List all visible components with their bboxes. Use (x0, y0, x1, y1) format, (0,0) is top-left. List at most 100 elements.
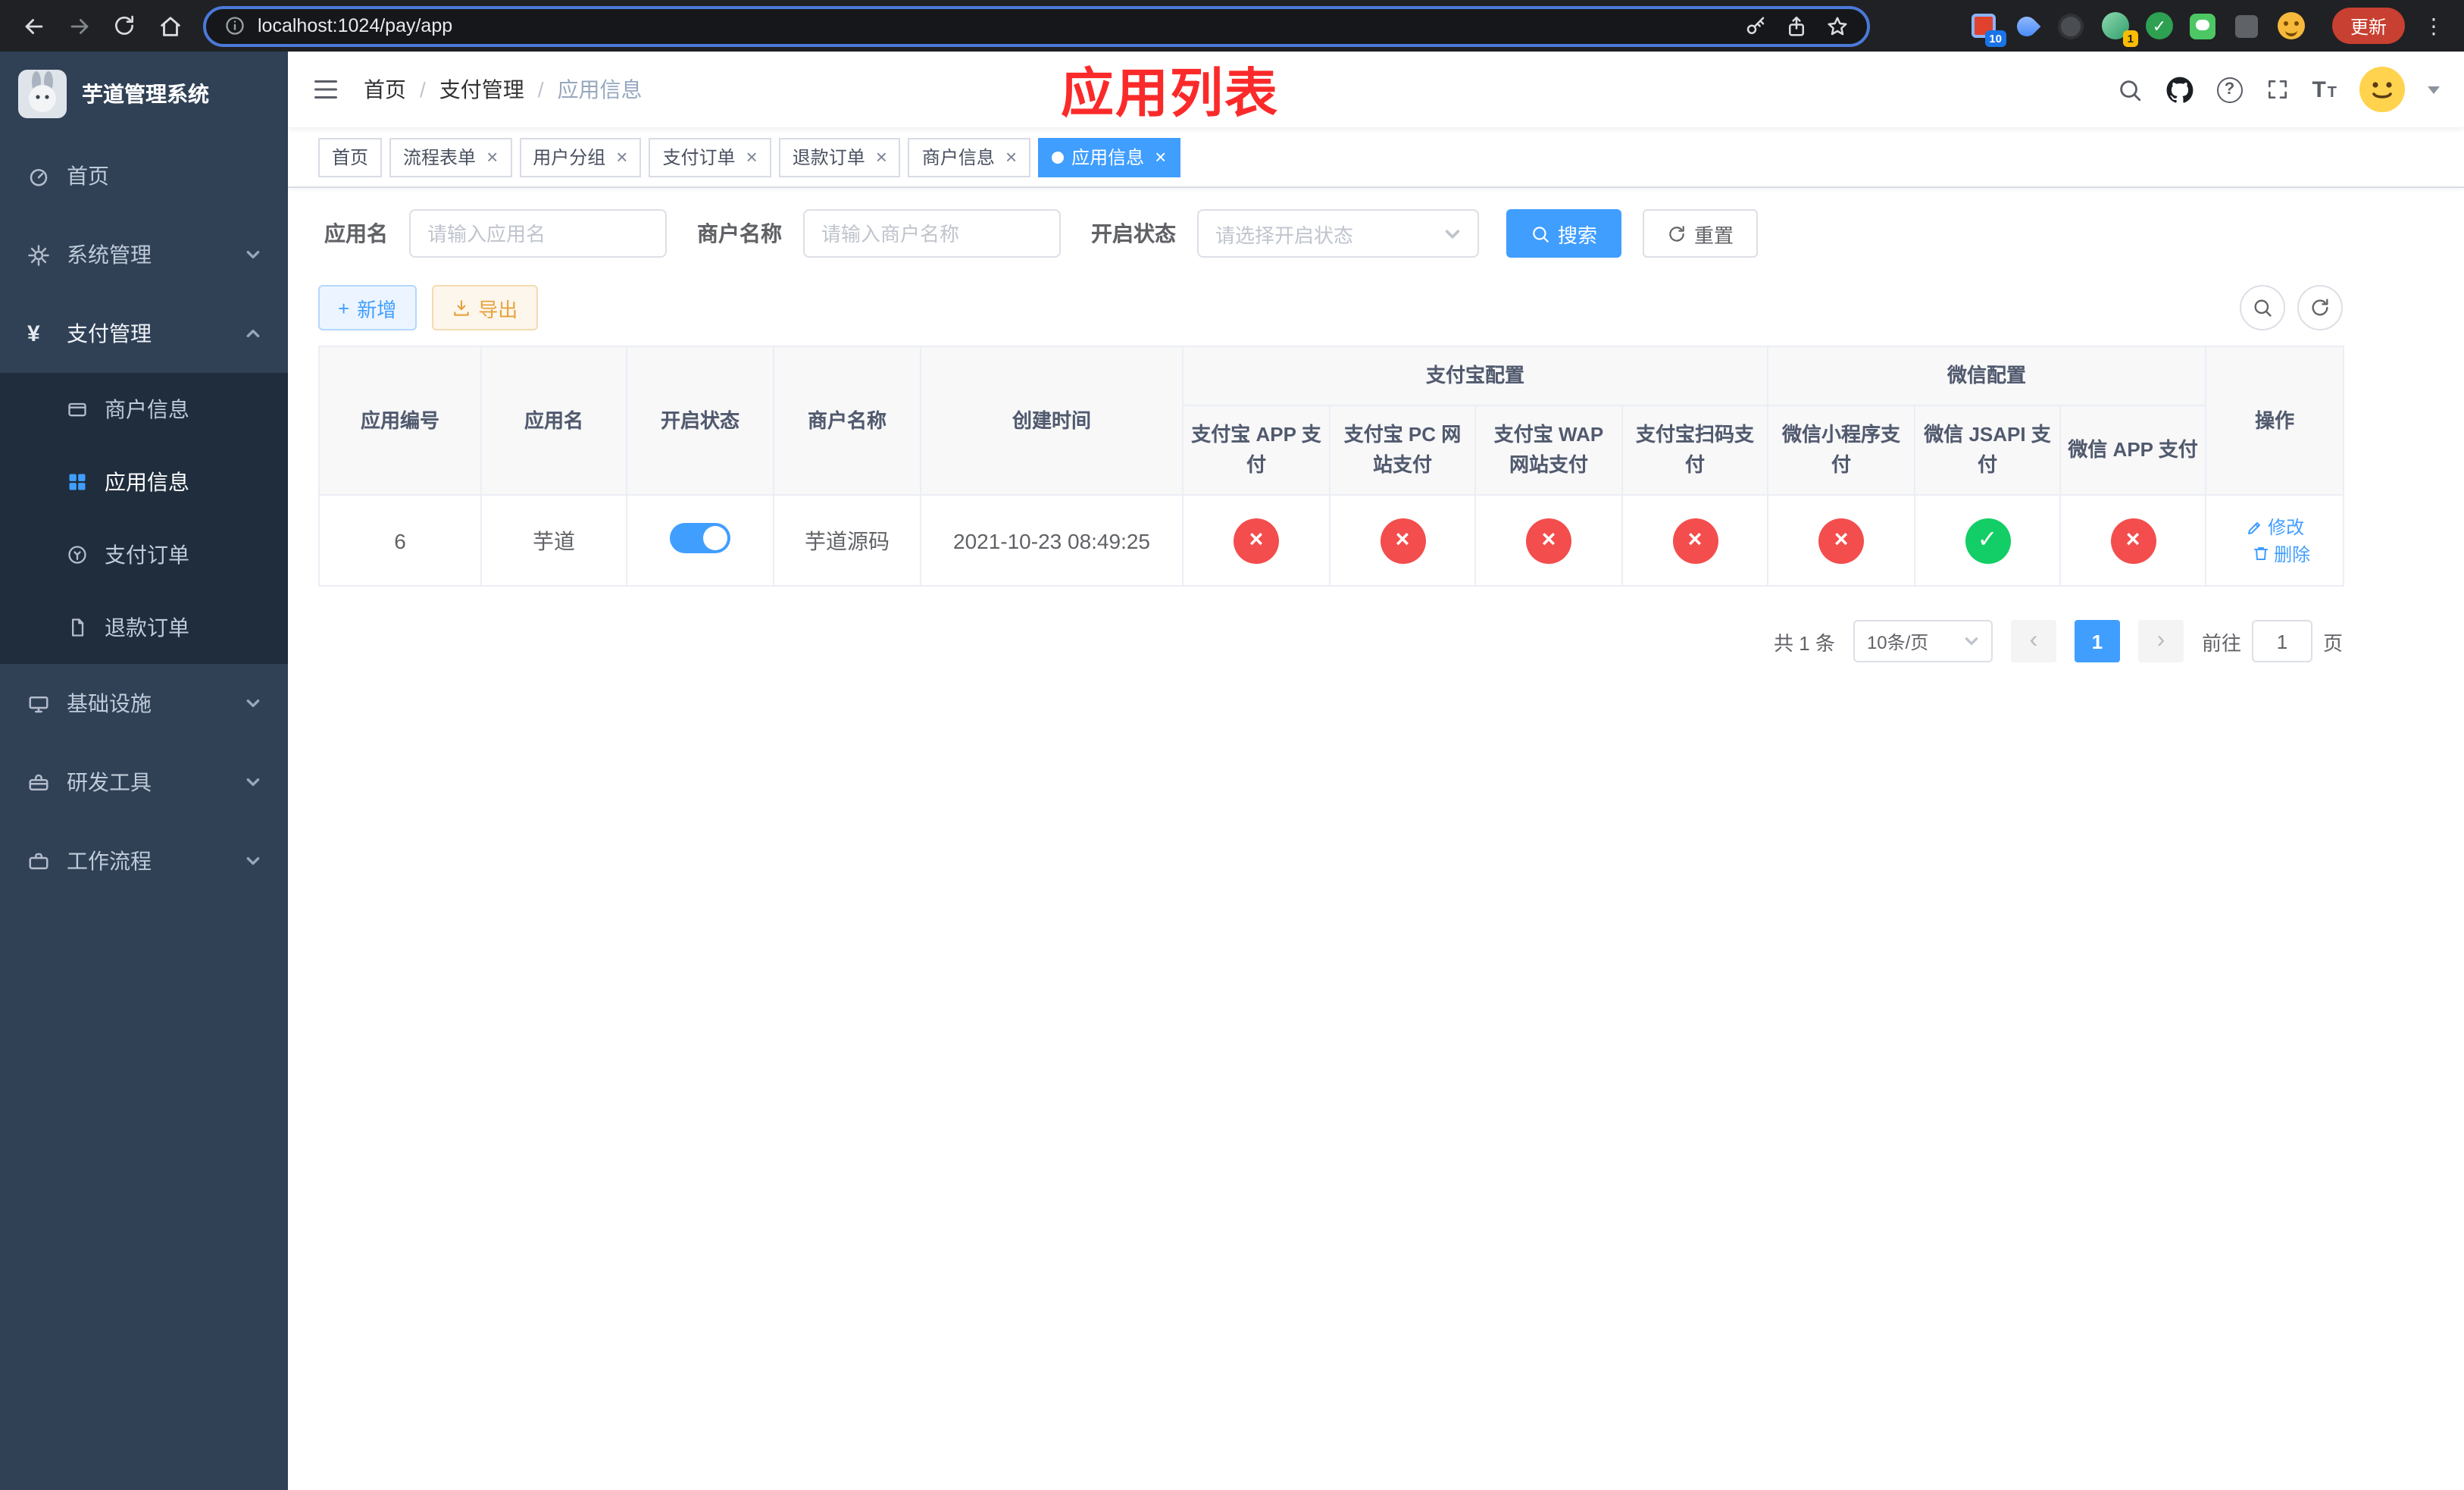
merchant-name-input[interactable] (803, 209, 1061, 258)
page-content: 应用名 商户名称 开启状态 请选择开启状态 (288, 188, 2464, 1490)
sidebar-item-merchant-info[interactable]: 商户信息 (0, 373, 288, 446)
navbar-actions: ? T T (2116, 67, 2440, 112)
sidebar-item-pay-order[interactable]: 支付订单 (0, 518, 288, 591)
extension-icon-adblock[interactable]: 10 (1968, 11, 2006, 47)
user-avatar[interactable] (2359, 67, 2405, 112)
font-size-button[interactable]: T T (2312, 77, 2337, 102)
back-arrow-icon (24, 18, 42, 33)
close-icon[interactable]: × (876, 147, 887, 167)
reload-icon (115, 15, 133, 35)
alipay-qr-cell: × (1621, 494, 1769, 587)
edit-button[interactable]: 修改 (2245, 515, 2304, 540)
browser-reload-button[interactable] (103, 5, 145, 47)
pin-icon (2235, 14, 2259, 37)
extension-badge-count: 10 (1984, 30, 2006, 47)
tab-refund-order[interactable]: 退款订单 × (778, 137, 901, 177)
tab-app-info-active[interactable]: 应用信息 × (1038, 137, 1180, 177)
url-text[interactable]: localhost:1024/pay/app (258, 15, 452, 36)
sidebar-item-label: 支付订单 (105, 543, 189, 567)
sidebar-item-label: 退款订单 (105, 615, 189, 640)
alipay-pc-cell: × (1329, 494, 1476, 587)
col-header-alipay-app: 支付宝 APP 支付 (1182, 405, 1330, 496)
password-key-icon[interactable] (1744, 14, 1767, 37)
total-count-text: 共 1 条 (1774, 631, 1835, 655)
sidebar-item-workflow[interactable]: 工作流程 (0, 822, 288, 900)
extension-icon-profile[interactable]: 1 (2100, 11, 2138, 47)
status-select[interactable]: 请选择开启状态 (1197, 209, 1479, 258)
col-header-alipay-wap: 支付宝 WAP 网站支付 (1474, 405, 1623, 496)
breadcrumb-separator: / (537, 77, 544, 102)
next-page-button[interactable]: › (2137, 620, 2184, 663)
help-button[interactable]: ? (2216, 77, 2243, 102)
browser-back-button[interactable] (12, 5, 55, 47)
sidebar-collapse-button[interactable] (312, 76, 339, 103)
sidebar-item-system[interactable]: 系统管理 (0, 215, 288, 294)
extension-icon-pin[interactable] (2232, 11, 2262, 41)
avatar-caret-icon[interactable] (2428, 86, 2440, 93)
tab-user-group[interactable]: 用户分组 × (519, 137, 642, 177)
sidebar-item-dev-tools[interactable]: 研发工具 (0, 743, 288, 822)
hamburger-icon (314, 80, 337, 99)
status-toggle[interactable] (670, 523, 730, 554)
add-button[interactable]: + 新增 (318, 285, 417, 330)
sidebar-item-payment[interactable]: ¥ 支付管理 (0, 294, 288, 373)
sidebar-item-home[interactable]: 首页 (0, 136, 288, 215)
sidebar-item-refund-order[interactable]: 退款订单 (0, 591, 288, 664)
browser-update-button[interactable]: 更新 (2331, 8, 2405, 44)
goto-page-input[interactable] (2251, 620, 2312, 663)
breadcrumb-payment[interactable]: 支付管理 (439, 74, 524, 105)
extension-icon-drop[interactable] (2012, 11, 2043, 41)
header-search-button[interactable] (2116, 77, 2142, 102)
extension-icon-check[interactable]: ✓ (2144, 11, 2175, 41)
url-bar[interactable]: localhost:1024/pay/app (203, 5, 1870, 46)
fullscreen-button[interactable] (2265, 77, 2289, 102)
close-icon[interactable]: × (616, 147, 627, 167)
reset-button[interactable]: 重置 (1643, 209, 1759, 258)
document-icon (67, 617, 88, 638)
app-window: 芋道管理系统 首页 系统管理 ¥ 支付管理 商户信息 应用信息 支付订单 退款订… (0, 52, 2464, 1490)
browser-forward-button[interactable] (58, 5, 100, 47)
browser-menu-kebab-icon[interactable]: ⋮ (2419, 13, 2449, 39)
close-icon[interactable]: × (1005, 147, 1017, 167)
group-header-alipay: 支付宝配置 (1181, 345, 1769, 407)
github-icon (2166, 76, 2193, 102)
site-info-icon[interactable] (224, 15, 245, 36)
chevron-up-icon (245, 326, 261, 341)
close-icon[interactable]: × (486, 147, 498, 167)
page-number-1[interactable]: 1 (2074, 620, 2120, 663)
share-icon[interactable] (1785, 14, 1808, 37)
github-link[interactable] (2165, 75, 2194, 104)
tab-pay-order[interactable]: 支付订单 × (649, 137, 771, 177)
breadcrumb-home[interactable]: 首页 (364, 74, 406, 105)
breadcrumb: 首页 / 支付管理 / 应用信息 (364, 74, 643, 105)
tab-merchant-info[interactable]: 商户信息 × (908, 137, 1031, 177)
extension-icon-emoji[interactable] (2276, 11, 2306, 41)
toggle-search-button[interactable] (2240, 285, 2285, 330)
export-button[interactable]: 导出 (431, 285, 538, 330)
credit-card-icon (67, 399, 88, 420)
wechat-mini-status-icon: × (1818, 518, 1865, 564)
search-button[interactable]: 搜索 (1506, 209, 1622, 258)
prev-page-button[interactable]: ‹ (2010, 620, 2056, 663)
forward-arrow-icon (70, 18, 88, 33)
extension-icon-dark-circle[interactable] (2056, 11, 2087, 41)
bookmark-star-icon[interactable] (1826, 14, 1849, 37)
sidebar: 芋道管理系统 首页 系统管理 ¥ 支付管理 商户信息 应用信息 支付订单 退款订… (0, 52, 288, 1490)
browser-home-button[interactable] (149, 5, 191, 47)
breadcrumb-current: 应用信息 (557, 77, 643, 102)
extension-icon-chat[interactable] (2188, 11, 2219, 41)
tab-process-form[interactable]: 流程表单 × (389, 137, 512, 177)
app-name-cell: 芋道 (480, 494, 627, 587)
sidebar-item-infrastructure[interactable]: 基础设施 (0, 664, 288, 743)
sidebar-item-app-info[interactable]: 应用信息 (0, 446, 288, 518)
refresh-table-button[interactable] (2297, 285, 2343, 330)
refresh-icon (1669, 225, 1684, 241)
pagination: 共 1 条 10条/页 ‹ 1 › 前往 1 页 (318, 620, 2343, 663)
goto-unit: 页 (2322, 631, 2343, 655)
delete-button[interactable]: 删除 (2251, 541, 2310, 567)
close-icon[interactable]: × (746, 147, 758, 167)
app-name-input[interactable] (409, 209, 667, 258)
close-icon[interactable]: × (1155, 147, 1166, 167)
page-size-select[interactable]: 10条/页 (1853, 620, 1993, 663)
tab-home[interactable]: 首页 (318, 137, 383, 177)
